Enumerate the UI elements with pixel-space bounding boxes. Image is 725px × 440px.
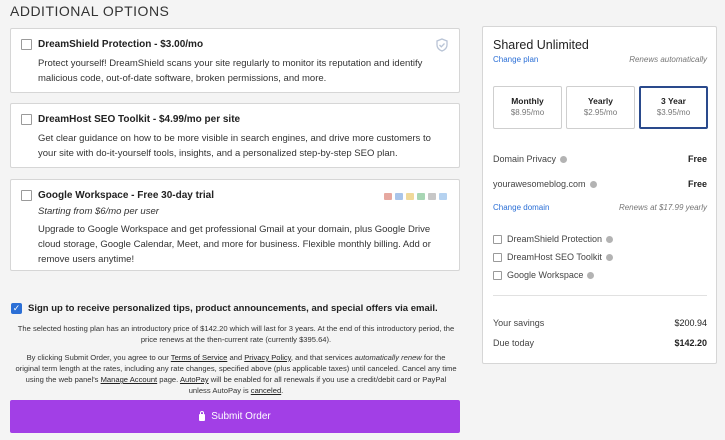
term-option-3-year[interactable]: 3 Year $3.95/mo (639, 86, 708, 129)
info-icon[interactable] (560, 155, 568, 163)
addon-google-workspace[interactable]: Google Workspace (493, 270, 595, 280)
renews-automatically-text: Renews automatically (629, 55, 707, 64)
option-subtitle: Starting from $6/mo per user (38, 206, 159, 217)
option-card-google-workspace[interactable]: Google Workspace - Free 30-day trial Sta… (10, 179, 460, 271)
calendar-icon (395, 193, 403, 200)
lock-icon (199, 411, 206, 421)
option-card-dreamshield[interactable]: DreamShield Protection - $3.00/mo Protec… (10, 28, 460, 93)
docs-icon (428, 193, 436, 200)
change-plan-link[interactable]: Change plan (493, 55, 538, 64)
dreamshield-checkbox[interactable] (21, 39, 32, 50)
shield-icon (436, 38, 448, 52)
gmail-icon (384, 193, 392, 200)
drive-icon (406, 193, 414, 200)
change-domain-link[interactable]: Change domain (493, 203, 549, 212)
submit-order-label: Submit Order (211, 411, 271, 422)
option-card-seo[interactable]: DreamHost SEO Toolkit - $4.99/mo per sit… (10, 103, 460, 168)
info-icon[interactable] (606, 235, 614, 243)
terms-of-service-link[interactable]: Terms of Service (171, 353, 228, 362)
section-heading: ADDITIONAL OPTIONS (10, 3, 170, 19)
order-summary-panel: Shared Unlimited Change plan Renews auto… (482, 26, 717, 364)
addon-dreamshield[interactable]: DreamShield Protection (493, 234, 614, 244)
option-title: DreamHost SEO Toolkit - $4.99/mo per sit… (38, 114, 241, 125)
savings-row: Your savings $200.94 (493, 318, 707, 328)
submit-order-button[interactable]: Submit Order (10, 400, 460, 433)
addon-checkbox[interactable] (493, 252, 502, 262)
autopay-link[interactable]: AutoPay (180, 375, 209, 384)
opt-in-checkbox[interactable]: ✓ (11, 303, 22, 314)
domain-row: yourawesomeblog.com Free (493, 179, 707, 189)
canceled-link[interactable]: canceled (251, 386, 281, 395)
sheets-icon (439, 193, 447, 200)
option-title: DreamShield Protection - $3.00/mo (38, 39, 204, 50)
opt-in-label: Sign up to receive personalized tips, pr… (28, 303, 438, 314)
email-opt-in[interactable]: ✓ Sign up to receive personalized tips, … (11, 303, 438, 314)
intro-price-notice: The selected hosting plan has an introdu… (17, 324, 455, 344)
google-apps-icons (384, 193, 447, 200)
option-description: Protect yourself! DreamShield scans your… (38, 58, 423, 84)
due-today-row: Due today $142.20 (493, 338, 707, 348)
privacy-policy-link[interactable]: Privacy Policy (244, 353, 291, 362)
info-icon[interactable] (589, 180, 597, 188)
info-icon[interactable] (587, 271, 595, 279)
divider (493, 295, 707, 296)
google-workspace-checkbox[interactable] (21, 190, 32, 201)
option-title: Google Workspace - Free 30-day trial (38, 190, 214, 201)
addon-checkbox[interactable] (493, 270, 502, 280)
term-option-yearly[interactable]: Yearly $2.95/mo (566, 86, 635, 129)
meet-icon (417, 193, 425, 200)
option-description: Upgrade to Google Workspace and get prof… (38, 224, 431, 265)
domain-renew-row: Change domain Renews at $17.99 yearly (493, 203, 707, 212)
domain-renewal-text: Renews at $17.99 yearly (618, 203, 707, 212)
terms-notice: By clicking Submit Order, you agree to o… (15, 353, 457, 395)
option-description: Get clear guidance on how to be more vis… (38, 133, 431, 159)
term-option-monthly[interactable]: Monthly $8.95/mo (493, 86, 562, 129)
addon-seo-toolkit[interactable]: DreamHost SEO Toolkit (493, 252, 613, 262)
plan-name: Shared Unlimited (493, 38, 589, 52)
domain-privacy-row: Domain Privacy Free (493, 154, 707, 164)
manage-account-link[interactable]: Manage Account (101, 375, 158, 384)
seo-checkbox[interactable] (21, 114, 32, 125)
info-icon[interactable] (605, 253, 613, 261)
addon-checkbox[interactable] (493, 234, 502, 244)
